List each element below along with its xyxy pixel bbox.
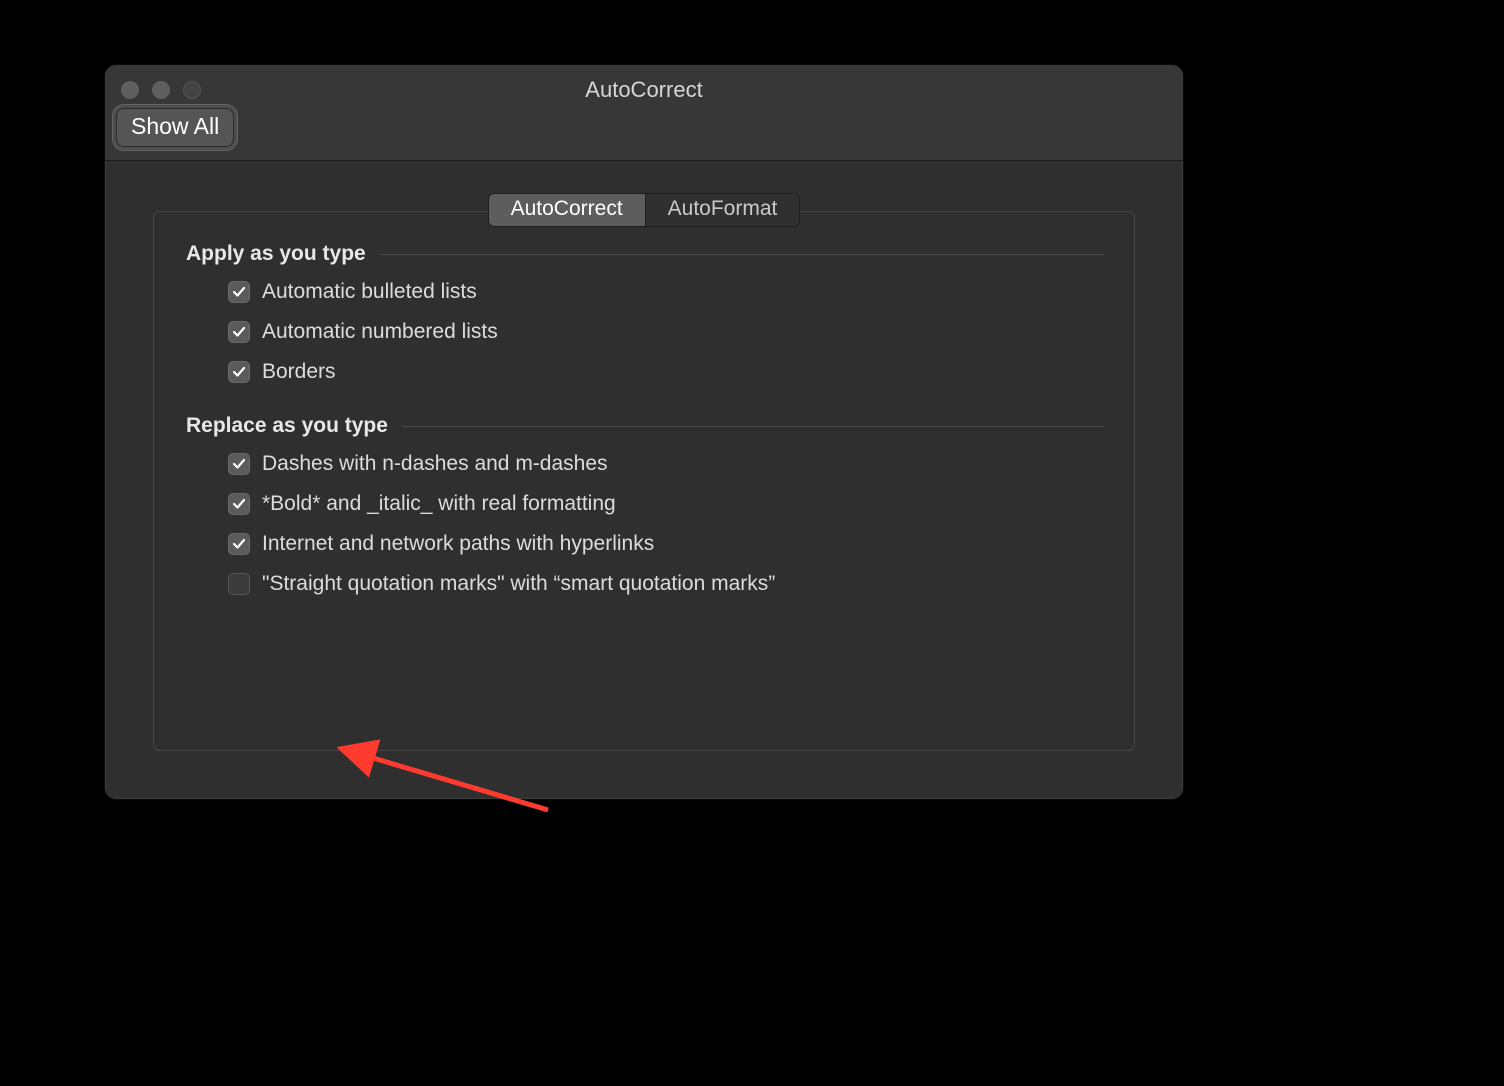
- checkbox-group: Dashes with n-dashes and m-dashes *Bold*…: [186, 452, 1104, 596]
- checkbox-label: "Straight quotation marks" with “smart q…: [262, 572, 775, 596]
- show-all-button[interactable]: Show All: [117, 109, 233, 146]
- checkbox-label: Borders: [262, 360, 336, 384]
- tab-autoformat[interactable]: AutoFormat: [645, 193, 801, 227]
- tab-autocorrect[interactable]: AutoCorrect: [488, 193, 645, 227]
- checkmark-icon: [232, 537, 246, 551]
- checkbox-label: Internet and network paths with hyperlin…: [262, 532, 654, 556]
- checkbox-label: Dashes with n-dashes and m-dashes: [262, 452, 608, 476]
- checkbox-label: Automatic bulleted lists: [262, 280, 477, 304]
- checkbox-label: *Bold* and _italic_ with real formatting: [262, 492, 616, 516]
- checkbox-group: Automatic bulleted lists Automatic numbe…: [186, 280, 1104, 384]
- checkbox-row: "Straight quotation marks" with “smart q…: [228, 572, 1104, 596]
- checkmark-icon: [232, 325, 246, 339]
- checkbox-row: Borders: [228, 360, 1104, 384]
- checkbox-automatic-numbered-lists[interactable]: [228, 321, 250, 343]
- checkbox-smart-quotes[interactable]: [228, 573, 250, 595]
- section-replace-as-you-type: Replace as you type Dashes with n-dashes…: [186, 414, 1104, 596]
- checkbox-borders[interactable]: [228, 361, 250, 383]
- checkbox-row: *Bold* and _italic_ with real formatting: [228, 492, 1104, 516]
- checkbox-bold-italic[interactable]: [228, 493, 250, 515]
- checkmark-icon: [232, 497, 246, 511]
- content-area: AutoCorrect AutoFormat Apply as you type: [105, 161, 1183, 799]
- checkbox-label: Automatic numbered lists: [262, 320, 498, 344]
- checkmark-icon: [232, 365, 246, 379]
- checkbox-row: Automatic numbered lists: [228, 320, 1104, 344]
- section-heading: Apply as you type: [186, 242, 366, 266]
- divider: [402, 426, 1104, 427]
- section-heading: Replace as you type: [186, 414, 388, 438]
- titlebar: AutoCorrect Show All: [105, 65, 1183, 161]
- checkbox-row: Internet and network paths with hyperlin…: [228, 532, 1104, 556]
- section-header: Apply as you type: [186, 242, 1104, 266]
- section-apply-as-you-type: Apply as you type Automatic bulleted lis…: [186, 242, 1104, 384]
- checkmark-icon: [232, 457, 246, 471]
- settings-panel: Apply as you type Automatic bulleted lis…: [153, 211, 1135, 751]
- autocorrect-window: AutoCorrect Show All AutoCorrect AutoFor…: [104, 64, 1184, 800]
- window-title: AutoCorrect: [105, 77, 1183, 103]
- section-header: Replace as you type: [186, 414, 1104, 438]
- tab-label: AutoFormat: [668, 197, 778, 220]
- checkbox-dashes[interactable]: [228, 453, 250, 475]
- checkmark-icon: [232, 285, 246, 299]
- checkbox-hyperlinks[interactable]: [228, 533, 250, 555]
- tab-label: AutoCorrect: [511, 197, 623, 220]
- checkbox-automatic-bulleted-lists[interactable]: [228, 281, 250, 303]
- checkbox-row: Automatic bulleted lists: [228, 280, 1104, 304]
- checkbox-row: Dashes with n-dashes and m-dashes: [228, 452, 1104, 476]
- divider: [380, 254, 1104, 255]
